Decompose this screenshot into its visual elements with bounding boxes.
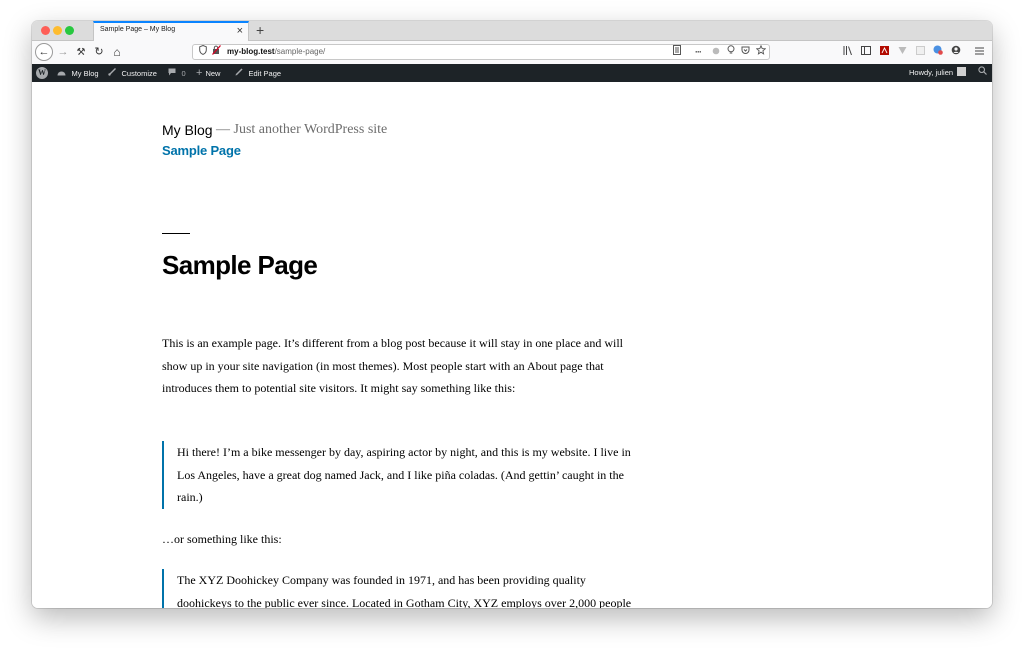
comment-bubble-icon [168,68,179,78]
bookmark-star-icon[interactable] [755,44,767,59]
admin-bar-new-label: New [205,69,221,78]
window-close-button[interactable] [41,26,50,35]
quote-block-2: The XYZ Doohickey Company was founded in… [162,569,639,608]
window-maximize-button[interactable] [65,26,74,35]
wordpress-logo-icon[interactable]: W [36,67,48,79]
brush-icon [108,68,119,78]
page-content: My Blog — Just another WordPress site Sa… [32,82,992,608]
url-bar[interactable]: my-blog.test/sample-page/ ··· [192,44,770,60]
home-button[interactable]: ⌂ [110,41,124,64]
forward-button[interactable]: → [56,41,70,64]
admin-bar-comments-link[interactable]: 0 [168,64,186,82]
dashboard-icon [57,68,69,78]
account-icon[interactable] [950,41,962,64]
window-minimize-button[interactable] [53,26,62,35]
admin-bar-site-link[interactable]: My Blog [57,64,99,82]
nav-toolbar: ← → ⚒ ↻ ⌂ my-blog.test/sample-page/ ··· [32,41,992,65]
blank-extension-icon[interactable] [914,41,926,64]
admin-bar-search-icon[interactable] [978,64,987,82]
pdf-extension-icon[interactable] [878,41,890,64]
page-actions-icon[interactable]: ··· [695,45,702,59]
new-tab-button[interactable]: + [256,21,264,40]
shield-icon[interactable] [199,44,207,59]
browser-window: Sample Page – My Blog × + ← → ⚒ ↻ ⌂ my-b… [32,21,992,608]
admin-bar-account[interactable]: Howdy, julien [909,64,967,82]
admin-bar-site-name: My Blog [71,69,99,78]
sidebar-icon[interactable] [860,41,872,64]
page-title: Sample Page [162,250,318,280]
url-text: my-blog.test/sample-page/ [227,47,325,56]
admin-bar-customize-link[interactable]: Customize [108,64,157,82]
admin-bar-comments-count: 0 [181,69,186,78]
quote-block-1: Hi there! I’m a bike messenger by day, a… [162,441,639,509]
back-button[interactable]: ← [35,43,53,61]
pocket-icon[interactable] [741,45,750,59]
reload-button[interactable]: ↻ [92,41,106,64]
wp-admin-bar: W My Blog Customize 0 + New Edit Page How… [32,64,992,82]
extension-icon[interactable] [712,45,720,59]
title-separator [162,233,190,234]
library-icon[interactable] [842,41,854,64]
tab-close-icon[interactable]: × [237,23,243,39]
insecure-lock-icon[interactable] [212,45,221,59]
url-path: /sample-page/ [274,47,326,56]
admin-bar-edit-link[interactable]: Edit Page [235,64,281,82]
admin-bar-customize-label: Customize [121,69,157,78]
lightbulb-icon[interactable] [727,45,735,59]
avatar [957,67,967,76]
menu-icon[interactable] [972,41,986,64]
admin-bar-greeting: Howdy, julien [909,68,954,77]
tab-sample-page[interactable]: Sample Page – My Blog × [93,21,249,41]
site-tagline: — Just another WordPress site [216,122,388,137]
intro-paragraph: This is an example page. It’s different … [162,336,623,395]
tools-icon[interactable]: ⚒ [74,41,88,64]
nav-link-sample-page[interactable]: Sample Page [162,143,241,158]
site-title[interactable]: My Blog [162,122,213,138]
translate-extension-icon[interactable] [932,41,944,64]
url-domain: my-blog.test [227,47,275,56]
tab-strip: Sample Page – My Blog × + [32,21,992,41]
middle-paragraph: …or something like this: [162,532,282,546]
pencil-icon [235,68,246,78]
plus-icon: + [196,67,203,79]
admin-bar-new-link[interactable]: + New [196,64,220,82]
admin-bar-edit-label: Edit Page [248,69,282,78]
vpn-extension-icon[interactable] [896,41,908,64]
reader-view-icon[interactable] [673,45,681,59]
tab-title: Sample Page – My Blog [100,26,176,33]
